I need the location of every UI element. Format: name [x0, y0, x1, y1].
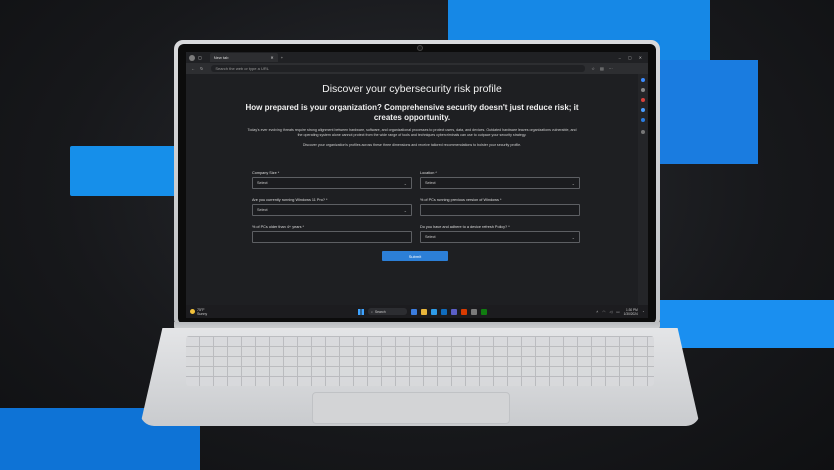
shopping-icon[interactable]: [641, 98, 645, 102]
address-placeholder: Search the web or type a URL: [215, 66, 269, 71]
teams-icon[interactable]: [451, 308, 457, 315]
refresh-policy-value: Select: [425, 235, 436, 239]
tab-title: New tab: [213, 55, 229, 60]
xbox-icon[interactable]: [481, 308, 487, 315]
sun-icon: [190, 309, 195, 314]
outlook-icon[interactable]: [641, 118, 645, 122]
clock-date: 1/30/2024: [623, 311, 638, 316]
older-pcs-field: % of PCs older than 4+ years *: [252, 225, 412, 243]
assessment-page: Discover your cybersecurity risk profile…: [186, 74, 638, 305]
location-field: Location * Select ⌄: [420, 171, 580, 189]
company-size-select[interactable]: Select ⌄: [252, 177, 412, 189]
extensions-icon[interactable]: ⋯: [609, 66, 613, 71]
address-bar[interactable]: Search the web or type a URL: [211, 65, 586, 72]
weather-widget[interactable]: 75°F Sunny: [190, 308, 207, 316]
location-select[interactable]: Select ⌄: [420, 177, 580, 189]
add-sidebar-icon[interactable]: [641, 130, 645, 134]
company-size-value: Select: [257, 181, 268, 185]
maximize-icon[interactable]: ▢: [628, 55, 632, 60]
blue-block-lower-right: [660, 300, 834, 348]
older-pcs-input[interactable]: [252, 231, 412, 243]
file-explorer-icon[interactable]: [421, 308, 427, 315]
close-window-icon[interactable]: ✕: [639, 55, 642, 60]
outlook-taskbar-icon[interactable]: [441, 308, 447, 315]
laptop-lid: ▢ New tab ✕ + – ▢ ✕ ← ↻ Search the web o…: [174, 40, 660, 328]
blue-block-left: [70, 146, 182, 196]
submit-button[interactable]: Submit: [382, 251, 448, 261]
chevron-down-icon: ⌄: [403, 180, 407, 186]
intro-paragraph: Today's ever evolving threats require st…: [247, 128, 577, 137]
screen-bezel: ▢ New tab ✕ + – ▢ ✕ ← ↻ Search the web o…: [178, 44, 656, 324]
copilot-icon[interactable]: [641, 78, 645, 82]
windows11-field: Are you currently running Windows 11 Pro…: [252, 198, 412, 216]
refresh-policy-field: Do you have and adhere to a device refre…: [420, 225, 580, 243]
keyboard: [186, 336, 654, 386]
new-tab-button[interactable]: +: [281, 55, 283, 60]
taskbar-search[interactable]: ⌕ Search: [368, 308, 407, 315]
notification-bell-icon[interactable]: ◔: [642, 310, 644, 314]
search-icon: ⌕: [371, 309, 373, 314]
favorites-icon[interactable]: ☆: [591, 66, 595, 71]
chevron-down-icon: ⌄: [571, 180, 575, 186]
previous-windows-input[interactable]: [420, 204, 580, 216]
address-bar-row: ← ↻ Search the web or type a URL ☆ ▤ ⋯: [186, 63, 648, 74]
browser-toolbar: ☆ ▤ ⋯: [591, 66, 612, 71]
search-sidebar-icon[interactable]: [641, 88, 645, 92]
close-tab-icon[interactable]: ✕: [270, 55, 273, 60]
tab-actions-icon[interactable]: ▢: [198, 55, 202, 60]
store-icon[interactable]: [471, 308, 477, 315]
edge-icon[interactable]: [431, 308, 437, 315]
start-icon[interactable]: [358, 308, 364, 315]
page-title: Discover your cybersecurity risk profile: [322, 83, 502, 95]
refresh-icon[interactable]: ↻: [200, 66, 203, 71]
chevron-down-icon: ⌄: [403, 207, 407, 213]
battery-icon[interactable]: ▭: [616, 310, 619, 314]
company-size-field: Company Size * Select ⌄: [252, 171, 412, 189]
touchpad: [312, 392, 510, 424]
profile-avatar[interactable]: [189, 54, 195, 61]
window-controls: – ▢ ✕: [619, 55, 642, 60]
location-value: Select: [425, 181, 436, 185]
previous-windows-field: % of PCs running previous version of Win…: [420, 198, 580, 216]
windows-taskbar: 75°F Sunny ⌕ Search ˄ ◠ ◁ ▭ 1:30 PM 1/30…: [186, 305, 648, 318]
volume-icon[interactable]: ◁: [609, 310, 612, 314]
clock[interactable]: 1:30 PM 1/30/2024: [624, 308, 638, 316]
taskbar-search-label: Search: [374, 309, 386, 314]
edge-sidebar: [638, 74, 648, 305]
chevron-down-icon: ⌄: [571, 234, 575, 240]
minimize-icon[interactable]: –: [619, 55, 621, 60]
webcam-icon: [417, 45, 423, 51]
windows11-select[interactable]: Select ⌄: [252, 204, 412, 216]
wifi-icon[interactable]: ◠: [602, 310, 605, 314]
windows11-value: Select: [257, 208, 268, 212]
copilot-taskbar-icon[interactable]: [411, 308, 417, 315]
system-tray: ˄ ◠ ◁ ▭ 1:30 PM 1/30/2024 ◔: [596, 308, 644, 316]
back-icon[interactable]: ←: [191, 66, 195, 71]
weather-text: Sunny: [197, 311, 208, 316]
browser-tab-bar: ▢ New tab ✕ + – ▢ ✕: [186, 52, 648, 63]
browser-tab[interactable]: New tab ✕: [209, 53, 278, 62]
tools-icon[interactable]: [641, 108, 645, 112]
page-subtitle: How prepared is your organization? Compr…: [245, 103, 579, 122]
clock-time: 1:30 PM: [625, 307, 638, 312]
intro-paragraph-2: Discover your organization's profiles ac…: [302, 143, 522, 147]
refresh-policy-select[interactable]: Select ⌄: [420, 231, 580, 243]
collections-icon[interactable]: ▤: [600, 66, 604, 71]
laptop-screen: ▢ New tab ✕ + – ▢ ✕ ← ↻ Search the web o…: [186, 52, 648, 318]
chevron-up-icon[interactable]: ˄: [596, 310, 598, 314]
laptop-base: [140, 328, 700, 426]
taskbar-pinned: ⌕ Search: [358, 308, 487, 315]
office-icon[interactable]: [461, 308, 467, 315]
